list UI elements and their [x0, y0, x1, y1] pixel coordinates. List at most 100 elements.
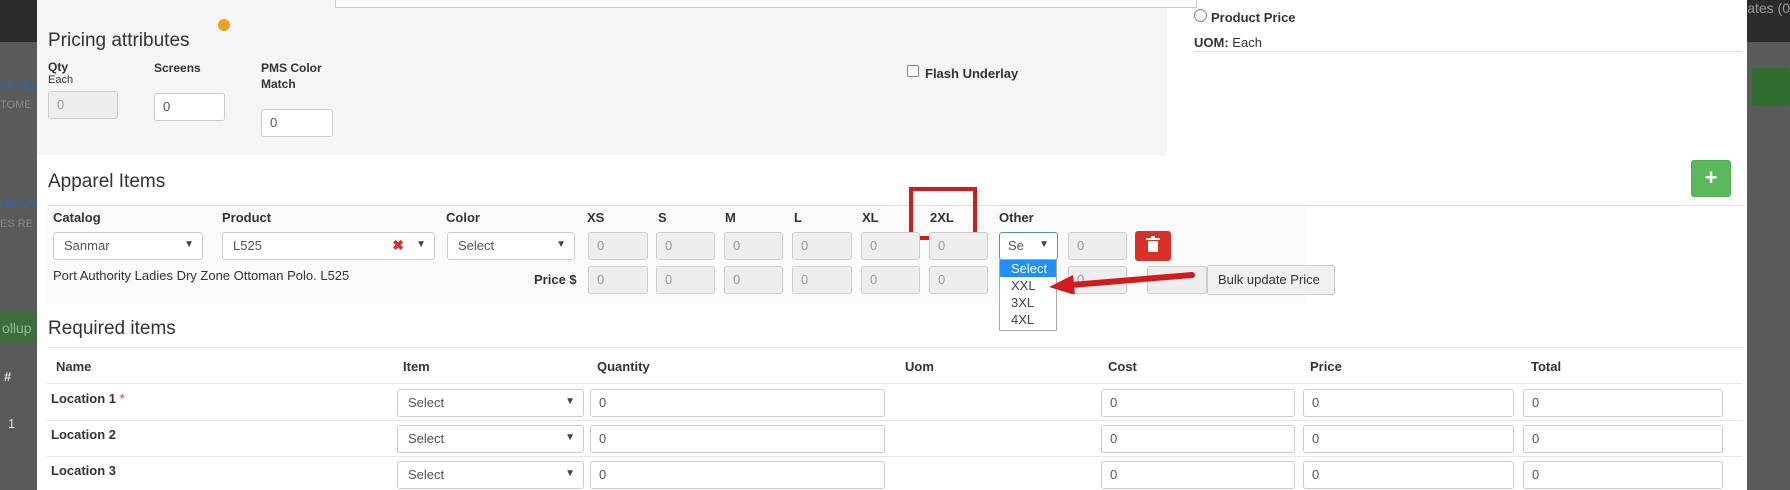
xl-header: XL	[862, 210, 879, 225]
item-value: Select	[408, 395, 445, 410]
other-header: Other	[999, 210, 1034, 225]
price-label: Price $	[534, 272, 577, 287]
table-divider	[47, 383, 1742, 384]
price-input[interactable]: 0	[1303, 461, 1514, 489]
s-header: S	[658, 210, 667, 225]
color-select[interactable]: Select ▼	[447, 232, 575, 260]
product-header: Product	[222, 210, 272, 225]
product-value: L525	[233, 238, 262, 253]
apparel-title: Apparel Items	[48, 171, 166, 192]
uom-column-header: Uom	[905, 359, 934, 374]
xs-header: XS	[587, 210, 605, 225]
flash-underlay-label: Flash Underlay	[925, 66, 1019, 81]
xl-qty-input[interactable]: 0	[861, 232, 920, 260]
m-header: M	[725, 210, 736, 225]
flash-underlay-checkbox[interactable]	[907, 65, 919, 77]
dropdown-option[interactable]: 3XL	[1000, 294, 1056, 311]
annotation-arrow	[1049, 272, 1195, 294]
backdrop-link: ck qu	[0, 76, 36, 93]
backdrop-save-button	[1752, 68, 1790, 106]
table-divider	[47, 456, 1742, 457]
notes-textarea[interactable]	[335, 0, 1197, 8]
xs-qty-input[interactable]: 0	[588, 232, 648, 260]
l-qty-input[interactable]: 0	[792, 232, 852, 260]
other-size-select[interactable]: Se ▼	[999, 232, 1058, 260]
total-input[interactable]: 0	[1523, 425, 1723, 453]
uom-label: UOM:	[1194, 35, 1229, 50]
catalog-select[interactable]: Sanmar ▼	[53, 232, 203, 260]
backdrop-green-button: ollup	[0, 312, 36, 344]
product-price-radio[interactable]	[1194, 9, 1207, 22]
item-select[interactable]: Select ▼	[397, 461, 584, 489]
location-name: Location 1	[51, 391, 117, 406]
item-select[interactable]: Select ▼	[397, 389, 584, 417]
chevron-down-icon: ▼	[565, 468, 575, 479]
l-price-input[interactable]: 0	[792, 266, 852, 294]
backdrop-hash: #	[4, 369, 12, 384]
qty-label: Qty Each	[48, 60, 73, 86]
bulk-update-price-button[interactable]: Bulk update Price	[1207, 265, 1335, 295]
delete-row-button[interactable]	[1135, 231, 1171, 261]
add-apparel-button[interactable]: +	[1691, 160, 1731, 197]
qty-unit: Each	[48, 74, 74, 86]
product-select[interactable]: L525 ✖ ▼	[222, 232, 435, 260]
trash-icon	[1146, 236, 1160, 252]
backdrop-row-number: 1	[8, 416, 16, 431]
screens-label: Screens	[154, 61, 201, 75]
qty-label-text: Qty	[48, 60, 69, 74]
catalog-header: Catalog	[53, 210, 101, 225]
location-name: Location 2	[51, 427, 117, 442]
xs-price-input[interactable]: 0	[588, 266, 648, 294]
clear-icon[interactable]: ✖	[392, 237, 404, 254]
total-column-header: Total	[1531, 359, 1562, 374]
item-column-header: Item	[403, 359, 430, 374]
pms-input[interactable]: 0	[261, 109, 333, 137]
other-size-value: Se	[1008, 238, 1024, 253]
backdrop-subtext: ES RE	[0, 218, 34, 230]
table-divider	[47, 420, 1742, 421]
m-qty-input[interactable]: 0	[724, 232, 783, 260]
quantity-input[interactable]: 0	[590, 461, 885, 489]
chevron-down-icon: ▼	[565, 432, 575, 443]
table-row-name: Location 2	[51, 427, 116, 442]
dropdown-option[interactable]: 4XL	[1000, 311, 1056, 328]
item-value: Select	[408, 467, 445, 482]
required-title: Required items	[48, 318, 176, 339]
qty-input[interactable]: 0	[48, 91, 118, 119]
table-row-name: Location 3	[51, 463, 116, 478]
xl-price-input[interactable]: 0	[861, 266, 920, 294]
cost-input[interactable]: 0	[1101, 461, 1295, 489]
price-input[interactable]: 0	[1303, 425, 1514, 453]
price-column-header: Price	[1310, 359, 1342, 374]
quantity-input[interactable]: 0	[590, 389, 885, 417]
color-header: Color	[446, 210, 480, 225]
product-description: Port Authority Ladies Dry Zone Ottoman P…	[53, 268, 350, 283]
other-qty-input[interactable]: 0	[1068, 232, 1127, 260]
quantity-input[interactable]: 0	[590, 425, 885, 453]
uom-display: UOM: Each	[1194, 35, 1262, 50]
divider	[1194, 51, 1742, 52]
chevron-down-icon: ▼	[184, 239, 194, 250]
xxl-qty-input[interactable]: 0	[929, 232, 988, 260]
uom-value: Each	[1232, 35, 1262, 50]
xxl-price-input[interactable]: 0	[929, 266, 988, 294]
s-price-input[interactable]: 0	[656, 266, 715, 294]
price-input[interactable]: 0	[1303, 389, 1514, 417]
item-select[interactable]: Select ▼	[397, 425, 584, 453]
backdrop-tab-text: ates (0	[1747, 0, 1790, 16]
name-column-header: Name	[56, 359, 92, 374]
cost-input[interactable]: 0	[1101, 389, 1295, 417]
required-mark: *	[119, 391, 125, 406]
chevron-down-icon: ▼	[565, 396, 575, 407]
screens-input[interactable]: 0	[154, 93, 225, 121]
pms-label: PMS Color Match	[261, 61, 322, 91]
total-input[interactable]: 0	[1523, 461, 1723, 489]
total-input[interactable]: 0	[1523, 389, 1723, 417]
status-dot	[218, 19, 230, 31]
s-qty-input[interactable]: 0	[656, 232, 715, 260]
pricing-title: Pricing attributes	[48, 30, 190, 51]
color-value: Select	[458, 238, 495, 253]
cost-input[interactable]: 0	[1101, 425, 1295, 453]
divider	[48, 347, 1743, 348]
m-price-input[interactable]: 0	[724, 266, 783, 294]
